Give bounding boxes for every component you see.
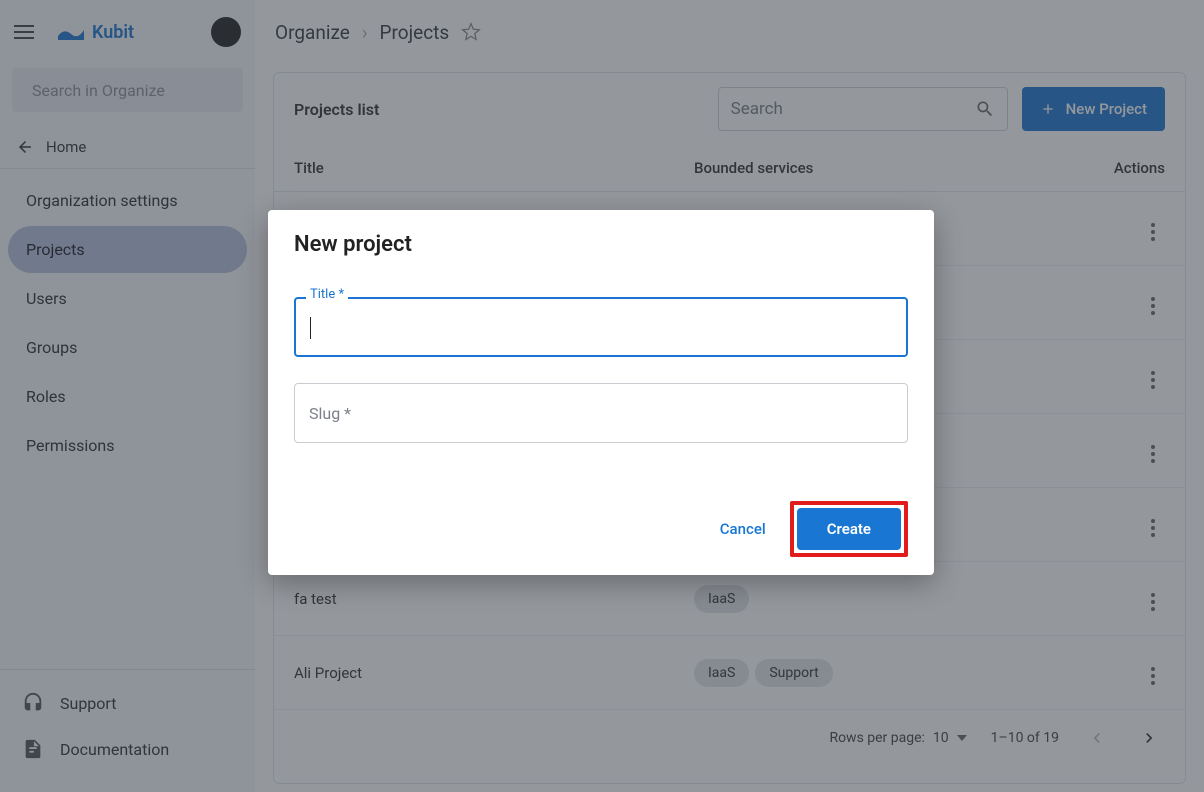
create-button[interactable]: Create [797, 508, 901, 550]
title-field-wrap[interactable]: Title * [294, 297, 908, 357]
slug-field-wrap[interactable] [294, 383, 908, 443]
create-highlight: Create [790, 501, 908, 557]
new-project-modal: New project Title * Cancel Create [268, 210, 934, 575]
cancel-button[interactable]: Cancel [706, 510, 780, 548]
modal-heading: New project [294, 232, 908, 257]
slug-input[interactable] [309, 404, 893, 423]
